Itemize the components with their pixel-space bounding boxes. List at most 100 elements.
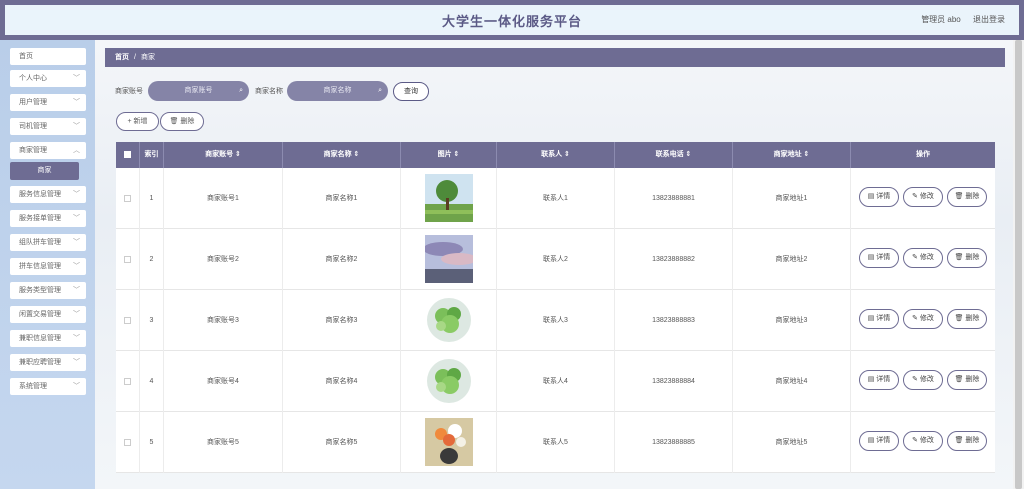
cell-contact: 联系人5 [543, 439, 568, 446]
name-label: 商家名称 [255, 88, 283, 95]
detail-button[interactable]: ▤ 详情 [859, 248, 899, 268]
cell-address: 商家地址4 [775, 378, 808, 385]
col-phone[interactable]: 联系电话 ⇕ [615, 142, 733, 168]
table-cell [401, 351, 497, 412]
sidebar-item-label: 用户管理 [19, 99, 47, 106]
sidebar-item-parttime-info[interactable]: 兼职信息管理 ﹀ [10, 330, 86, 347]
col-name[interactable]: 商家名称 ⇕ [283, 142, 401, 168]
cell-name: 商家名称5 [325, 439, 358, 446]
user-label: 管理员 abo [921, 15, 961, 24]
col-image[interactable]: 图片 ⇕ [401, 142, 497, 168]
table-cell [401, 290, 497, 351]
scrollbar-thumb[interactable] [1015, 40, 1022, 489]
sidebar-item-merchants[interactable]: 商家管理 ︿ [10, 142, 86, 159]
row-delete-button[interactable]: 🗑 删除 [947, 187, 987, 207]
row-checkbox[interactable] [124, 377, 131, 385]
row-delete-button[interactable]: 🗑 删除 [947, 431, 987, 451]
table-cell: ▤ 详情 ✎ 修改 🗑 删除 [851, 351, 995, 412]
table-row: 4 商家账号4 商家名称4 联系人4 13823888884 商家地址4 ▤ 详情 ✎ 修改 🗑… [116, 351, 995, 412]
row-delete-button[interactable]: 🗑 删除 [947, 309, 987, 329]
delete-button[interactable]: 🗑 删除 [160, 112, 204, 131]
row-checkbox[interactable] [124, 255, 131, 263]
logout-link[interactable]: 退出登录 [973, 15, 1005, 24]
col-operations: 操作 [916, 151, 930, 158]
table-cell [116, 351, 140, 412]
detail-button[interactable]: ▤ 详情 [859, 431, 899, 451]
row-delete-button[interactable]: 🗑 删除 [947, 370, 987, 390]
sidebar-item-label: 服务接单管理 [19, 215, 61, 222]
table-cell: 4 [140, 351, 164, 412]
table-cell: 联系人4 [497, 351, 615, 412]
edit-button[interactable]: ✎ 修改 [903, 248, 943, 268]
cell-name: 商家名称3 [325, 317, 358, 324]
sidebar-item-users[interactable]: 用户管理 ﹀ [10, 94, 86, 111]
chevron-down-icon: ﹀ [73, 191, 80, 198]
col-contact[interactable]: 联系人 ⇕ [497, 142, 615, 168]
table-cell: ▤ 详情 ✎ 修改 🗑 删除 [851, 229, 995, 290]
sidebar-item-service-orders[interactable]: 服务接单管理 ﹀ [10, 210, 86, 227]
sidebar-item-service-info[interactable]: 服务信息管理 ﹀ [10, 186, 86, 203]
trash-icon: 🗑 [169, 118, 179, 125]
op-label: 修改 [919, 315, 934, 322]
add-button[interactable]: + 新增 [116, 112, 159, 131]
row-delete-button[interactable]: 🗑 删除 [947, 248, 987, 268]
op-label: 删除 [965, 254, 980, 261]
row-index: 3 [149, 317, 154, 324]
sidebar-item-label: 兼职信息管理 [19, 335, 61, 342]
table-cell: 13823888881 [615, 168, 733, 229]
search-icon: ⌕ [239, 87, 243, 94]
select-all-checkbox[interactable] [116, 142, 140, 168]
sidebar-item-personal[interactable]: 个人中心 ﹀ [10, 70, 86, 87]
sidebar-item-carpool-team[interactable]: 组队拼车管理 ﹀ [10, 234, 86, 251]
account-search-input[interactable]: 商家账号 ⌕ [148, 81, 249, 101]
table-cell: ▤ 详情 ✎ 修改 🗑 删除 [851, 412, 995, 473]
trash-icon: 🗑 [954, 254, 964, 261]
delete-label: 删除 [180, 118, 195, 125]
sidebar-item-label: 商家管理 [19, 147, 47, 154]
chevron-down-icon: ﹀ [73, 263, 80, 270]
detail-button[interactable]: ▤ 详情 [859, 187, 899, 207]
table-cell: 1 [140, 168, 164, 229]
user-area: 管理员 abo 退出登录 [911, 14, 1005, 25]
edit-button[interactable]: ✎ 修改 [903, 309, 943, 329]
query-button[interactable]: 查询 [393, 82, 429, 101]
scrollbar[interactable] [1013, 40, 1024, 489]
sidebar-item-system[interactable]: 系统管理 ﹀ [10, 378, 86, 395]
col-account[interactable]: 商家账号 ⇕ [164, 142, 283, 168]
sidebar-item-drivers[interactable]: 司机管理 ﹀ [10, 118, 86, 135]
sidebar-item-carpool-info[interactable]: 拼车信息管理 ﹀ [10, 258, 86, 275]
table-cell: 商家地址1 [733, 168, 851, 229]
document-icon: ▤ [867, 437, 875, 444]
name-search-input[interactable]: 商家名称 ⌕ [287, 81, 388, 101]
col-address[interactable]: 商家地址 ⇕ [733, 142, 851, 168]
table-cell: 商家名称3 [283, 290, 401, 351]
sidebar-item-label: 兼职应聘管理 [19, 359, 61, 366]
breadcrumb-home[interactable]: 首页 [115, 54, 129, 61]
cell-phone: 13823888885 [652, 439, 695, 446]
row-checkbox[interactable] [124, 194, 131, 202]
breadcrumb: 首页 / 商家 [105, 48, 1005, 67]
sidebar-item-home[interactable]: 首页 [10, 48, 86, 65]
document-icon: ▤ [867, 376, 875, 383]
chevron-down-icon: ﹀ [73, 359, 80, 366]
chevron-down-icon: ﹀ [73, 287, 80, 294]
edit-button[interactable]: ✎ 修改 [903, 370, 943, 390]
edit-button[interactable]: ✎ 修改 [903, 187, 943, 207]
chevron-up-icon: ︿ [73, 147, 80, 154]
trash-icon: 🗑 [954, 376, 964, 383]
op-label: 删除 [965, 193, 980, 200]
table-cell: 商家名称1 [283, 168, 401, 229]
edit-icon: ✎ [912, 315, 918, 322]
edit-button[interactable]: ✎ 修改 [903, 431, 943, 451]
sidebar-item-service-types[interactable]: 服务类型管理 ﹀ [10, 282, 86, 299]
sidebar-item-parttime-apply[interactable]: 兼职应聘管理 ﹀ [10, 354, 86, 371]
detail-button[interactable]: ▤ 详情 [859, 309, 899, 329]
row-checkbox[interactable] [124, 438, 131, 446]
sidebar-item-idle-trade[interactable]: 闲置交易管理 ﹀ [10, 306, 86, 323]
table-cell: 商家名称5 [283, 412, 401, 473]
breadcrumb-current: 商家 [140, 54, 155, 61]
table-cell [116, 290, 140, 351]
row-checkbox[interactable] [124, 316, 131, 324]
detail-button[interactable]: ▤ 详情 [859, 370, 899, 390]
sidebar-subitem-merchant[interactable]: 商家 [10, 162, 79, 180]
